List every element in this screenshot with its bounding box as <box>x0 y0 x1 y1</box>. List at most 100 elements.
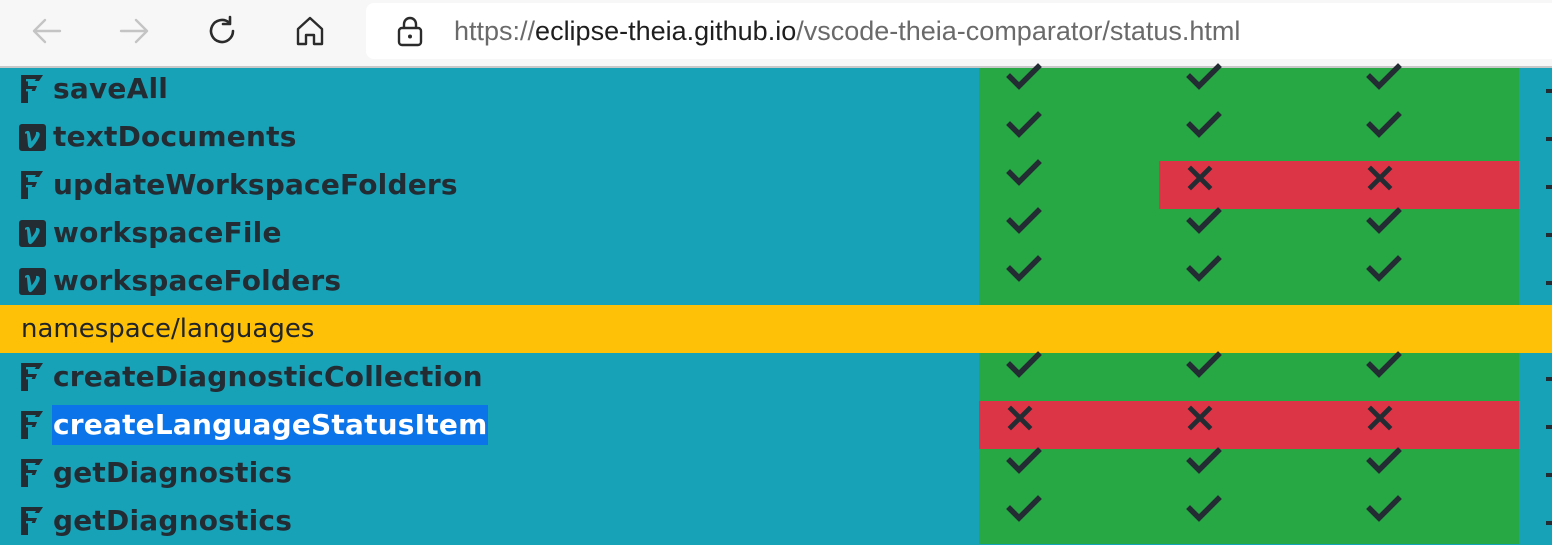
function-icon <box>21 171 43 199</box>
cross-icon <box>1007 405 1033 431</box>
clipped-column-mark <box>1546 233 1552 237</box>
table-row: saveAll <box>0 63 1552 113</box>
status-supported-cell <box>1339 207 1519 257</box>
api-name-cell: updateWorkspaceFolders <box>18 161 459 209</box>
api-name: getDiagnostics <box>53 504 293 537</box>
api-name: workspaceFolders <box>53 264 342 297</box>
status-supported-cell <box>1159 351 1339 401</box>
status-unsupported-cell <box>1159 161 1339 209</box>
api-name: workspaceFile <box>53 216 282 249</box>
status-supported-cell <box>1339 351 1519 401</box>
cross-icon <box>1367 165 1393 191</box>
status-supported-cell <box>979 351 1159 401</box>
api-name: createLanguageStatusItem <box>52 405 489 445</box>
function-icon <box>21 75 43 103</box>
table-row: textDocuments <box>0 111 1552 161</box>
function-icon <box>21 411 43 439</box>
function-icon <box>21 363 43 391</box>
check-icon <box>1006 351 1042 378</box>
variable-icon <box>19 220 46 247</box>
clipped-column-mark <box>1546 137 1552 141</box>
url-path: /vscode-theia-comparator/status.html <box>796 16 1241 46</box>
api-name: saveAll <box>53 72 169 105</box>
function-icon <box>21 459 43 487</box>
status-supported-cell <box>1339 447 1519 497</box>
url-host: eclipse-theia.github.io <box>535 16 797 46</box>
status-supported-cell <box>979 111 1159 161</box>
url-prefix: https:// <box>454 16 536 46</box>
check-icon <box>1366 63 1402 90</box>
clipped-column-mark <box>1546 377 1552 381</box>
status-supported-cell <box>979 63 1159 113</box>
check-icon <box>1186 111 1222 138</box>
api-name-cell: getDiagnostics <box>18 449 293 497</box>
check-icon <box>1366 495 1402 522</box>
cross-icon <box>1187 165 1213 191</box>
check-icon <box>1186 495 1222 522</box>
api-name-cell: textDocuments <box>18 113 298 161</box>
check-icon <box>1006 447 1042 474</box>
status-supported-cell <box>979 159 1159 209</box>
lock-icon <box>397 16 423 47</box>
section-label: namespace/languages <box>21 314 315 344</box>
reload-button[interactable] <box>199 8 245 54</box>
arrow-left-icon <box>32 18 62 44</box>
api-name: textDocuments <box>53 120 297 153</box>
table-row: createDiagnosticCollection <box>0 351 1552 401</box>
status-supported-cell <box>1159 63 1339 113</box>
api-name-cell: createDiagnosticCollection <box>18 353 484 401</box>
check-icon <box>1366 255 1402 282</box>
clipped-column-mark <box>1546 521 1552 525</box>
reload-icon <box>209 15 235 44</box>
comparison-table: saveAll textDocuments updateWorkspaceFolde… <box>0 63 1552 545</box>
api-name: createDiagnosticCollection <box>53 360 483 393</box>
api-name: updateWorkspaceFolders <box>53 168 458 201</box>
check-icon <box>1006 63 1042 90</box>
status-supported-cell <box>1339 63 1519 113</box>
status-unsupported-cell <box>1339 161 1519 209</box>
check-icon <box>1006 255 1042 282</box>
clipped-column-mark <box>1546 89 1552 93</box>
cross-icon <box>1367 405 1393 431</box>
status-supported-cell <box>979 447 1159 497</box>
status-supported-cell <box>1159 207 1339 257</box>
status-supported-cell <box>1339 255 1519 305</box>
back-button[interactable] <box>24 8 70 54</box>
api-name-cell: saveAll <box>18 65 169 113</box>
home-icon <box>296 16 324 46</box>
address-bar[interactable]: https://eclipse-theia.github.io/vscode-t… <box>366 3 1552 59</box>
check-icon <box>1006 207 1042 234</box>
section-header: namespace/languages <box>0 305 1552 353</box>
status-supported-cell <box>979 255 1159 305</box>
check-icon <box>1006 111 1042 138</box>
status-supported-cell <box>1159 495 1339 545</box>
forward-button[interactable] <box>111 8 157 54</box>
table-row: createLanguageStatusItem <box>0 401 1552 449</box>
url-text: https://eclipse-theia.github.io/vscode-t… <box>454 15 1240 47</box>
table-row: getDiagnostics <box>0 495 1552 545</box>
check-icon <box>1186 207 1222 234</box>
status-supported-cell <box>1159 447 1339 497</box>
clipped-column-mark <box>1546 281 1552 285</box>
status-supported-cell <box>979 495 1159 545</box>
status-supported-cell <box>979 207 1159 257</box>
status-unsupported-cell <box>1159 401 1339 449</box>
status-unsupported-cell <box>979 401 1159 449</box>
api-name-cell: getDiagnostics <box>18 497 293 545</box>
check-icon <box>1186 255 1222 282</box>
check-icon <box>1006 159 1042 186</box>
table-row: updateWorkspaceFolders <box>0 159 1552 209</box>
arrow-right-icon <box>119 18 149 44</box>
check-icon <box>1366 447 1402 474</box>
variable-icon <box>19 124 46 151</box>
check-icon <box>1366 351 1402 378</box>
status-supported-cell <box>1339 111 1519 161</box>
function-icon <box>21 507 43 535</box>
table-row: workspaceFile <box>0 207 1552 257</box>
status-supported-cell <box>1159 111 1339 161</box>
clipped-column-mark <box>1546 185 1552 189</box>
check-icon <box>1186 447 1222 474</box>
clipped-column-mark <box>1546 425 1552 429</box>
home-button[interactable] <box>287 8 333 54</box>
table-row: getDiagnostics <box>0 447 1552 497</box>
